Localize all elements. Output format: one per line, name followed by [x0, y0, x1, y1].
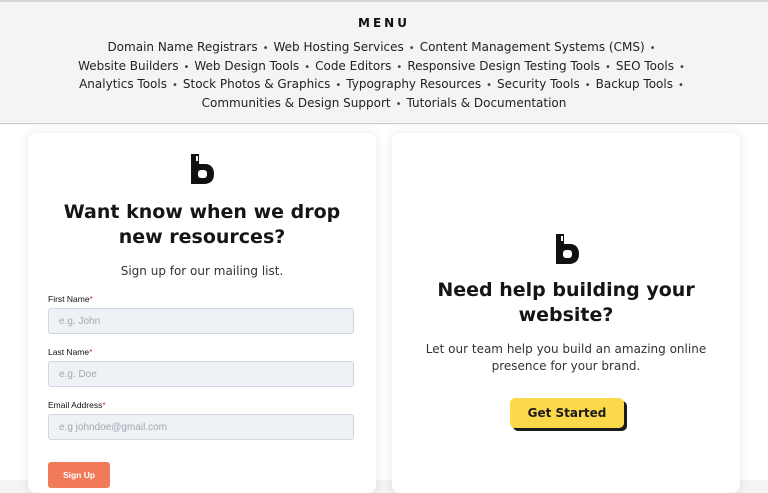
menu-separator: •: [678, 61, 685, 73]
signup-heading: Want know when we drop new resources?: [63, 201, 341, 248]
menu-row: Analytics Tools • Stock Photos & Graphics •…: [60, 76, 708, 95]
menu-row: Website Builders • Web Design Tools • Code E…: [60, 58, 708, 77]
menu-separator: •: [304, 61, 311, 73]
last-name-input[interactable]: [48, 361, 354, 387]
menu-link[interactable]: Typography Resources: [346, 77, 481, 91]
main-content: Want know when we drop new resources? Si…: [0, 125, 768, 493]
menu-separator: •: [171, 80, 178, 91]
menu-separator: •: [262, 43, 269, 54]
first-name-input[interactable]: [48, 308, 354, 334]
help-subtext: Let our team help you build an amazing o…: [425, 342, 707, 373]
menu-separator: •: [335, 80, 342, 91]
menu-separator: •: [649, 43, 656, 54]
menu-link[interactable]: Code Editors: [315, 59, 391, 73]
menu-link[interactable]: SEO Tools: [616, 59, 674, 73]
get-started-button[interactable]: Get Started: [510, 398, 624, 428]
menu-link[interactable]: Website Builders: [78, 59, 178, 73]
sign-up-button[interactable]: Sign Up: [48, 462, 110, 488]
menu-separator: •: [486, 80, 493, 91]
menu-link[interactable]: Tutorials & Documentation: [407, 96, 567, 110]
email-input[interactable]: [48, 414, 354, 440]
menu-separator: •: [183, 61, 190, 73]
signup-subtext: Sign up for our mailing list.: [120, 264, 284, 278]
menu-link[interactable]: Communities & Design Support: [202, 96, 391, 110]
menu-separator: •: [677, 80, 684, 91]
menu-title: MENU: [358, 16, 410, 30]
newsletter-signup-card: Want know when we drop new resources? Si…: [28, 133, 376, 493]
menu-separator: •: [395, 98, 402, 110]
help-heading: Need help building your website?: [437, 279, 695, 326]
menu-link[interactable]: Web Design Tools: [194, 59, 299, 73]
last-name-label: Last Name*: [48, 347, 93, 357]
menu-separator: •: [584, 80, 591, 91]
menu-link[interactable]: Security Tools: [497, 77, 580, 91]
menu-row: Domain Name Registrars • Web Hosting Servi…: [60, 39, 708, 58]
resource-menu: MENU Domain Name Registrars • Web Hosting …: [0, 2, 768, 124]
menu-separator: •: [396, 61, 403, 73]
menu-link[interactable]: Content Management Systems (CMS): [420, 40, 645, 54]
menu-link[interactable]: Stock Photos & Graphics: [183, 77, 331, 91]
first-name-label: First Name*: [48, 294, 93, 304]
brand-b-logo-icon: [554, 233, 580, 265]
menu-row: Communities & Design Support • Tutorials &…: [60, 95, 708, 114]
menu-link[interactable]: Analytics Tools: [79, 77, 167, 91]
menu-link[interactable]: Domain Name Registrars: [107, 40, 257, 54]
menu-separator: •: [605, 61, 611, 73]
brand-b-logo-icon: [189, 153, 215, 185]
website-help-card: Need help building your website? Let our…: [392, 133, 740, 493]
menu-links: Domain Name Registrars • Web Hosting Servi…: [60, 39, 708, 113]
menu-separator: •: [408, 43, 415, 54]
menu-link[interactable]: Backup Tools: [596, 77, 673, 91]
menu-link[interactable]: Responsive Design Testing Tools: [407, 59, 600, 73]
email-label: Email Address*: [48, 400, 106, 410]
menu-link[interactable]: Web Hosting Services: [274, 40, 404, 54]
